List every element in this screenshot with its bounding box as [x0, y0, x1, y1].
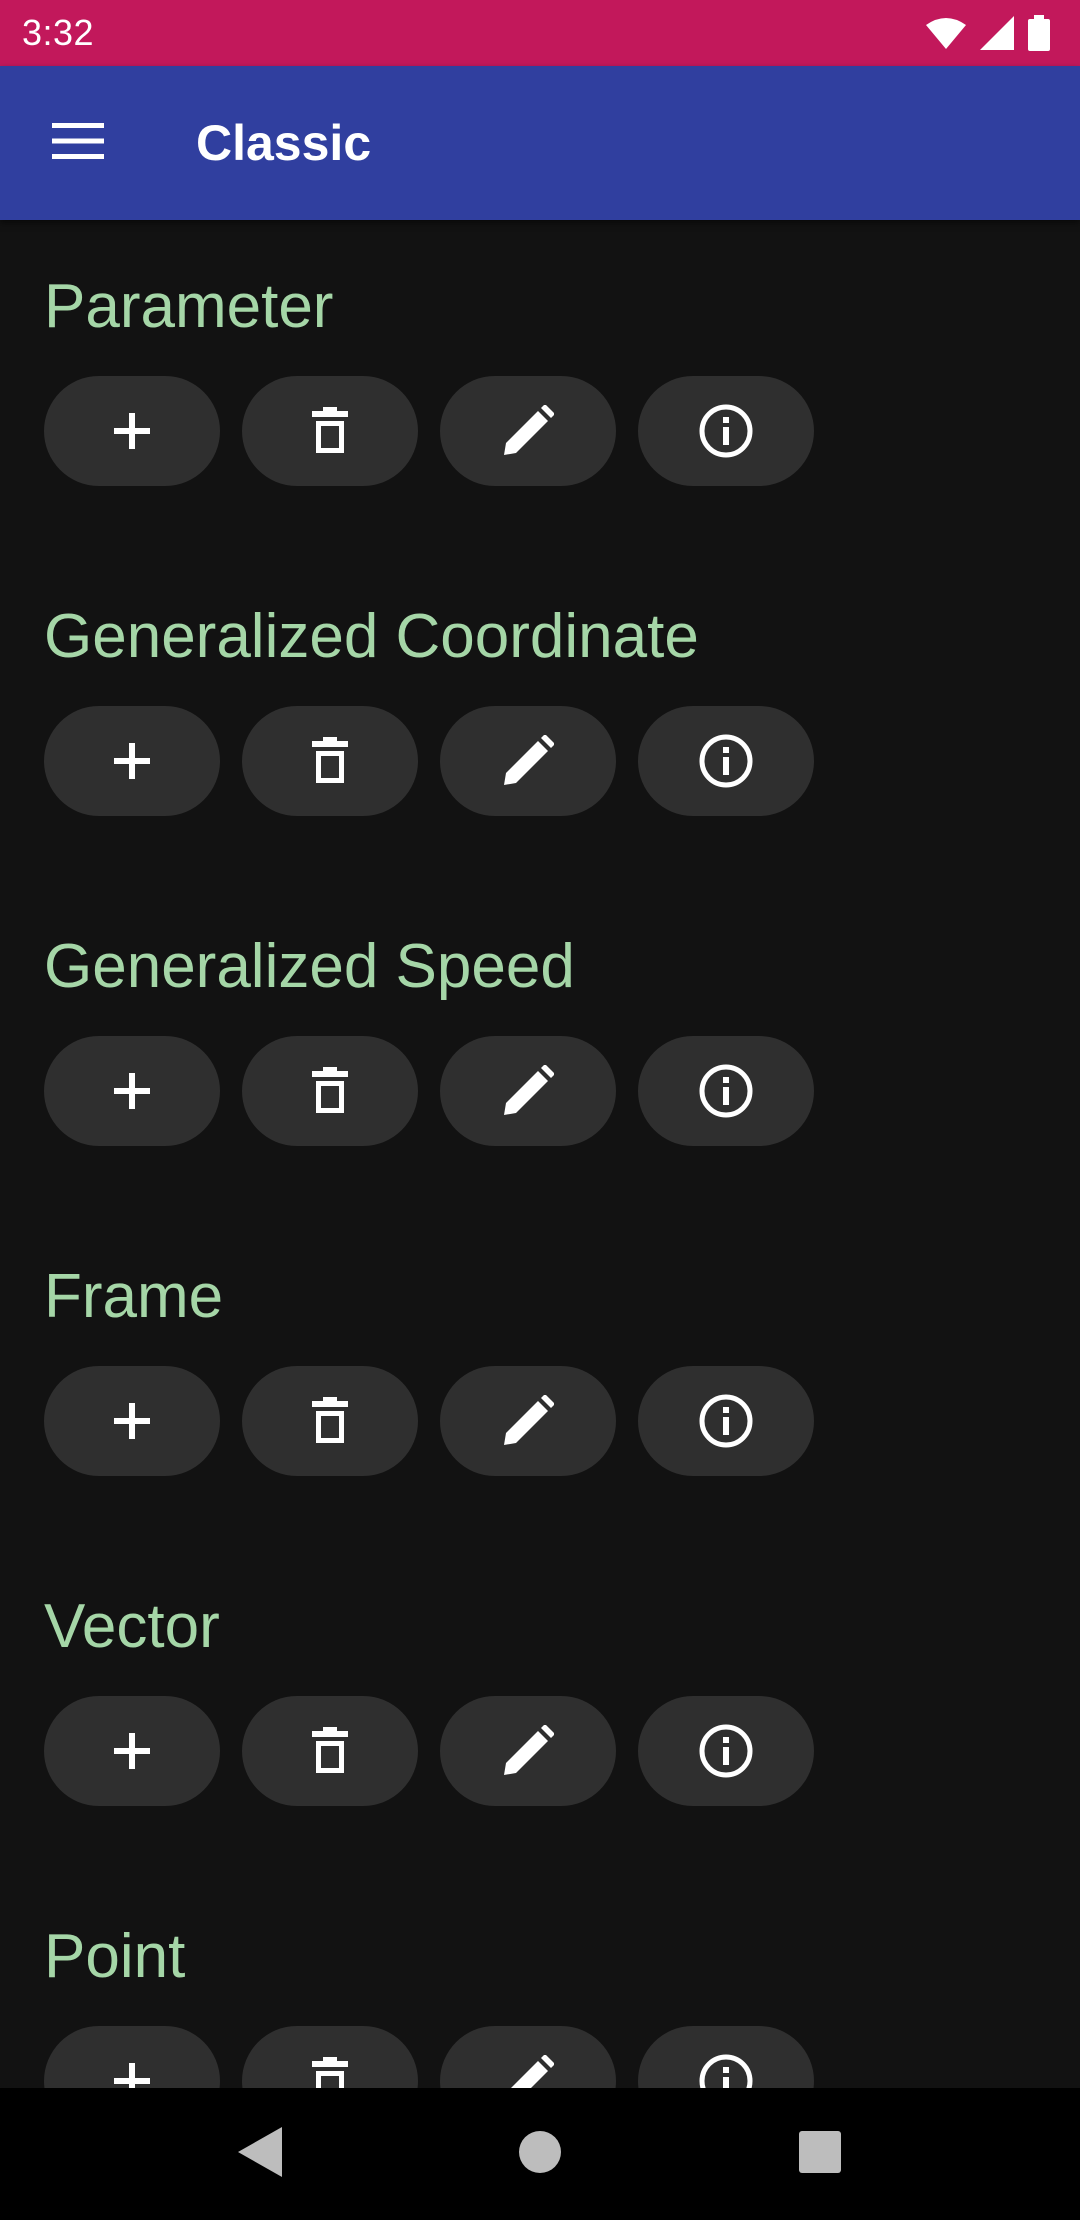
- edit-button[interactable]: [440, 1696, 616, 1806]
- status-icons: [926, 15, 1050, 51]
- hamburger-menu-icon: [52, 122, 104, 164]
- section-title: Point: [44, 1922, 186, 1991]
- system-nav-bar: [0, 2088, 1080, 2220]
- home-button[interactable]: [495, 2109, 585, 2199]
- battery-icon: [1028, 15, 1050, 51]
- delete-button[interactable]: [242, 2026, 418, 2088]
- info-button[interactable]: [638, 376, 814, 486]
- info-icon: [698, 733, 754, 789]
- section-button-row: [44, 706, 814, 816]
- add-icon: [110, 2059, 154, 2088]
- wifi-icon: [926, 17, 966, 49]
- section-title: Parameter: [44, 272, 334, 341]
- section-vector: Vector: [44, 1592, 814, 1806]
- section-button-row: [44, 376, 814, 486]
- delete-button[interactable]: [242, 706, 418, 816]
- section-title: Generalized Speed: [44, 932, 575, 1001]
- content-list[interactable]: Parameter Generalized Coordinate General…: [0, 220, 1080, 2088]
- add-icon: [110, 409, 154, 453]
- info-icon: [698, 1723, 754, 1779]
- edit-button[interactable]: [440, 706, 616, 816]
- add-button[interactable]: [44, 1696, 220, 1806]
- edit-button[interactable]: [440, 376, 616, 486]
- info-button[interactable]: [638, 2026, 814, 2088]
- back-icon: [238, 2126, 282, 2182]
- section-button-row: [44, 1036, 814, 1146]
- add-button[interactable]: [44, 2026, 220, 2088]
- section-title: Vector: [44, 1592, 220, 1661]
- back-button[interactable]: [215, 2109, 305, 2199]
- section-parameter: Parameter: [44, 272, 814, 486]
- delete-icon: [310, 737, 350, 785]
- add-icon: [110, 739, 154, 783]
- app-bar: Classic: [0, 66, 1080, 220]
- menu-button[interactable]: [40, 105, 116, 181]
- edit-button[interactable]: [440, 1036, 616, 1146]
- add-button[interactable]: [44, 706, 220, 816]
- home-icon: [518, 2130, 562, 2179]
- add-button[interactable]: [44, 1366, 220, 1476]
- section-generalized-speed: Generalized Speed: [44, 932, 814, 1146]
- info-icon: [698, 1063, 754, 1119]
- info-button[interactable]: [638, 1696, 814, 1806]
- info-button[interactable]: [638, 1366, 814, 1476]
- recents-button[interactable]: [775, 2109, 865, 2199]
- edit-button[interactable]: [440, 2026, 616, 2088]
- delete-icon: [310, 2057, 350, 2088]
- status-bar: 3:32: [0, 0, 1080, 66]
- edit-icon: [502, 2055, 554, 2088]
- delete-button[interactable]: [242, 1036, 418, 1146]
- edit-icon: [502, 1395, 554, 1447]
- info-icon: [698, 1393, 754, 1449]
- section-generalized-coordinate: Generalized Coordinate: [44, 602, 814, 816]
- section-title: Frame: [44, 1262, 224, 1331]
- edit-icon: [502, 735, 554, 787]
- app-title: Classic: [196, 115, 372, 171]
- add-button[interactable]: [44, 1036, 220, 1146]
- info-icon: [698, 2053, 754, 2088]
- delete-button[interactable]: [242, 1366, 418, 1476]
- section-button-row: [44, 1366, 814, 1476]
- delete-icon: [310, 1397, 350, 1445]
- edit-button[interactable]: [440, 1366, 616, 1476]
- info-button[interactable]: [638, 706, 814, 816]
- signal-icon: [980, 16, 1014, 50]
- edit-icon: [502, 1065, 554, 1117]
- add-button[interactable]: [44, 376, 220, 486]
- delete-icon: [310, 1067, 350, 1115]
- section-title: Generalized Coordinate: [44, 602, 699, 671]
- delete-button[interactable]: [242, 1696, 418, 1806]
- info-icon: [698, 403, 754, 459]
- section-button-row: [44, 1696, 814, 1806]
- info-button[interactable]: [638, 1036, 814, 1146]
- delete-icon: [310, 407, 350, 455]
- add-icon: [110, 1399, 154, 1443]
- status-time: 3:32: [22, 12, 95, 53]
- section-point: Point: [44, 1922, 814, 2088]
- edit-icon: [502, 1725, 554, 1777]
- delete-button[interactable]: [242, 376, 418, 486]
- add-icon: [110, 1729, 154, 1773]
- edit-icon: [502, 405, 554, 457]
- add-icon: [110, 1069, 154, 1113]
- section-frame: Frame: [44, 1262, 814, 1476]
- delete-icon: [310, 1727, 350, 1775]
- section-button-row: [44, 2026, 814, 2088]
- recents-icon: [799, 2130, 841, 2178]
